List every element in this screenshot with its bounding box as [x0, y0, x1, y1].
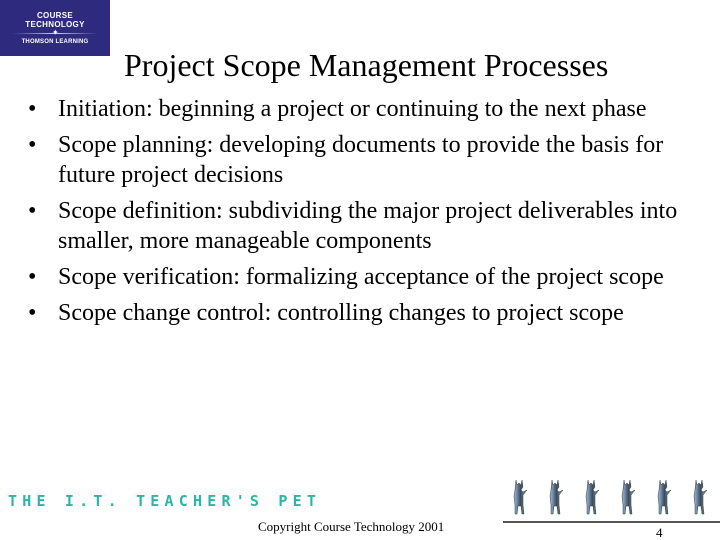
bullet-text: Scope definition: subdividing the major …: [58, 198, 678, 254]
bullet-icon: •: [28, 264, 37, 290]
bullet-text: Scope planning: developing documents to …: [58, 132, 664, 188]
logo-line-1: COURSE: [36, 11, 74, 20]
footer-divider: [503, 521, 720, 523]
dog-icon: [508, 478, 530, 516]
bullet-text: Initiation: beginning a project or conti…: [58, 96, 647, 122]
mascot-row: [500, 478, 720, 518]
bullet-icon: •: [28, 300, 37, 326]
bullet-item: • Scope verification: formalizing accepta…: [28, 262, 708, 292]
bullet-icon: •: [28, 96, 37, 122]
bullet-text: Scope change control: controlling change…: [58, 300, 624, 326]
dog-icon: [688, 478, 710, 516]
bullet-item: • Scope change control: controlling chang…: [28, 298, 708, 328]
logo-sparkle-icon: ✦: [52, 28, 59, 37]
dog-icon: [616, 478, 638, 516]
bullet-icon: •: [28, 132, 37, 158]
bullet-list: • Initiation: beginning a project or cont…: [28, 94, 708, 334]
dog-icon: [580, 478, 602, 516]
bullet-text: Scope verification: formalizing acceptan…: [58, 264, 664, 290]
page-number: 4: [656, 525, 663, 540]
course-technology-logo: COURSE TECHNOLOGY ✦ THOMSON LEARNING: [0, 0, 110, 56]
copyright-notice: Copyright Course Technology 2001: [258, 519, 445, 534]
bullet-item: • Scope definition: subdividing the major…: [28, 196, 708, 256]
bullet-item: • Initiation: beginning a project or cont…: [28, 94, 708, 124]
slide-title: Project Scope Management Processes: [124, 47, 609, 83]
dog-icon: [544, 478, 566, 516]
logo-line-3: THOMSON LEARNING: [21, 39, 89, 45]
bullet-item: • Scope planning: developing documents to…: [28, 130, 708, 190]
bullet-icon: •: [28, 198, 37, 224]
teachers-pet-banner: THE I.T. TEACHER'S PET: [8, 492, 322, 510]
dog-icon: [652, 478, 674, 516]
